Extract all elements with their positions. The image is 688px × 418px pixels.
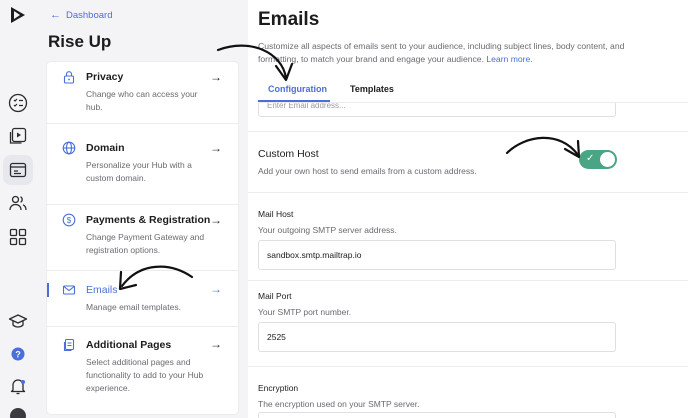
icon-rail: ? (0, 0, 36, 418)
arrow-right-icon: → (210, 337, 222, 351)
play-logo-icon[interactable] (9, 6, 27, 24)
graduation-cap-icon[interactable] (8, 311, 28, 331)
settings-item-title: Privacy (86, 71, 124, 83)
mail-port-input[interactable] (258, 322, 616, 352)
lock-icon (62, 70, 76, 84)
video-play-icon[interactable] (8, 126, 28, 146)
toggle-knob (600, 152, 615, 167)
settings-item-domain[interactable]: Domain Personalize your Hub with a custo… (47, 133, 238, 205)
encryption-select[interactable] (258, 412, 616, 418)
settings-item-title: Payments & Registration (86, 214, 211, 226)
svg-text:$: $ (67, 216, 72, 225)
settings-item-privacy[interactable]: Privacy Change who can access your hub. … (47, 62, 238, 124)
divider (248, 192, 688, 193)
check-icon: ✓ (586, 153, 595, 164)
email-address-input[interactable]: Enter Email address... (258, 103, 616, 117)
hub-title: Rise Up (48, 32, 112, 51)
settings-item-desc: Personalize your Hub with a custom domai… (86, 160, 192, 183)
mail-port-desc: Your SMTP port number. (258, 307, 352, 317)
tab-configuration[interactable]: Configuration (268, 84, 327, 94)
settings-item-additional-pages[interactable]: Additional Pages Select additional pages… (47, 327, 238, 414)
encryption-label: Encryption (258, 383, 299, 393)
settings-item-desc: Select additional pages and functionalit… (86, 357, 204, 393)
emails-main-panel: Emails Customize all aspects of emails s… (248, 0, 688, 418)
custom-host-toggle[interactable]: ✓ (579, 150, 617, 169)
custom-host-desc: Add your own host to send emails from a … (258, 166, 477, 176)
learn-more-link[interactable]: Learn more. (486, 54, 532, 64)
page-intro: Customize all aspects of emails sent to … (258, 40, 628, 66)
active-indicator (47, 283, 49, 297)
settings-item-desc: Change who can access your hub. (86, 89, 198, 112)
svg-text:?: ? (15, 350, 21, 360)
envelope-icon (62, 283, 76, 297)
mail-host-label: Mail Host (258, 209, 294, 219)
arrow-right-icon: → (210, 282, 222, 296)
mail-host-desc: Your outgoing SMTP server address. (258, 225, 397, 235)
encryption-desc: The encryption used on your SMTP server. (258, 399, 420, 409)
users-icon[interactable] (8, 193, 28, 213)
back-to-dashboard-link[interactable]: ← Dashboard (50, 9, 112, 21)
divider (248, 366, 688, 367)
arrow-left-icon: ← (50, 9, 61, 21)
notification-bell-icon[interactable] (8, 376, 28, 396)
settings-list: Privacy Change who can access your hub. … (47, 62, 238, 414)
divider (248, 280, 688, 281)
mail-host-input[interactable] (258, 240, 616, 270)
page-title: Emails (258, 9, 320, 30)
tab-templates[interactable]: Templates (350, 84, 394, 94)
help-icon[interactable]: ? (8, 344, 28, 364)
checklist-icon[interactable] (8, 93, 28, 113)
dollar-icon: $ (62, 213, 76, 227)
tab-bar: Configuration Templates (258, 82, 688, 103)
settings-item-title: Additional Pages (86, 339, 172, 351)
custom-host-label: Custom Host (258, 148, 319, 160)
settings-item-payments-registration[interactable]: $ Payments & Registration Change Payment… (47, 205, 238, 271)
settings-item-desc: Change Payment Gateway and registration … (86, 232, 205, 255)
divider (248, 131, 688, 132)
settings-item-title: Domain (86, 142, 125, 154)
settings-item-emails[interactable]: Emails Manage email templates. → (47, 271, 238, 327)
arrow-right-icon: → (210, 213, 222, 227)
browser-window-icon[interactable] (3, 155, 33, 185)
back-label: Dashboard (66, 9, 113, 21)
globe-icon (62, 141, 76, 155)
apps-grid-icon[interactable] (8, 227, 28, 247)
arrow-right-icon: → (210, 70, 222, 84)
settings-item-title: Emails (86, 284, 118, 296)
avatar[interactable] (10, 408, 26, 418)
hub-settings-panel: ← Dashboard Rise Up Privacy Change who c… (36, 0, 248, 418)
mail-port-label: Mail Port (258, 291, 292, 301)
intro-text: Customize all aspects of emails sent to … (258, 41, 625, 64)
pages-icon (62, 338, 76, 352)
settings-item-desc: Manage email templates. (86, 302, 181, 312)
active-tab-underline (258, 100, 330, 102)
arrow-right-icon: → (210, 141, 222, 155)
